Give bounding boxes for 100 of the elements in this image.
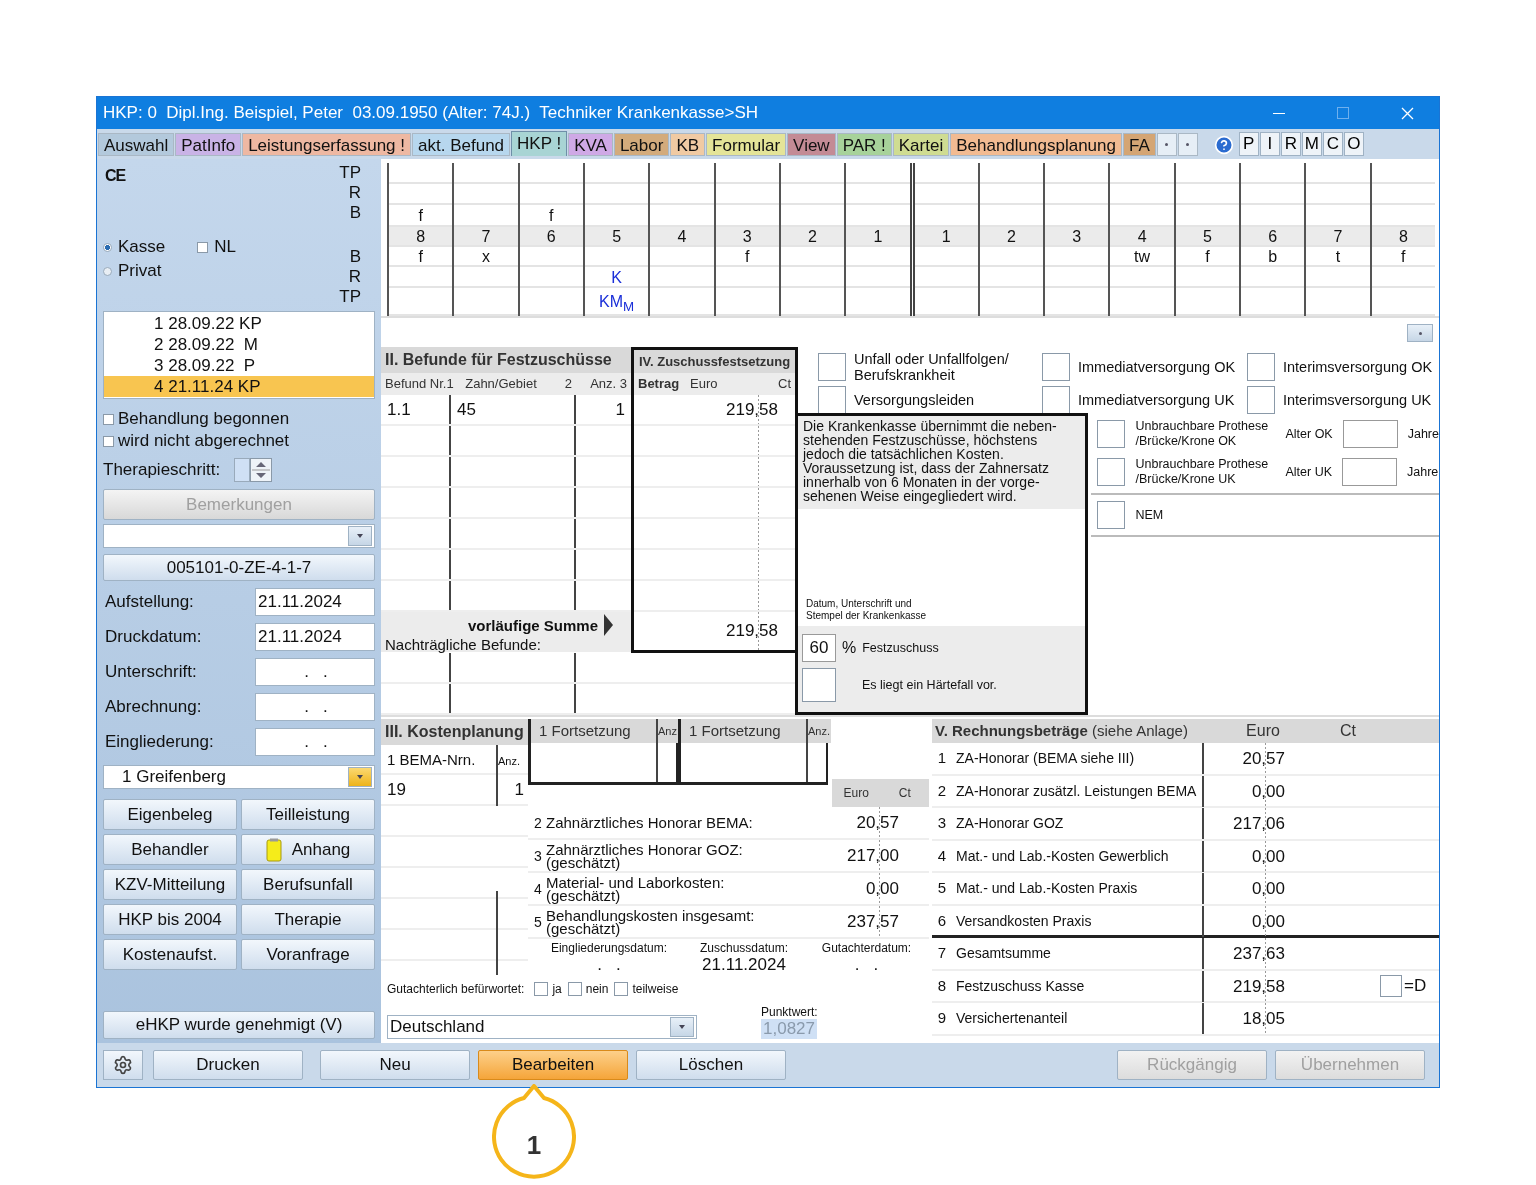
checkbox[interactable]: [103, 413, 114, 425]
dot-icon: [1418, 331, 1422, 335]
spin-buttons[interactable]: [250, 458, 273, 482]
plan-item[interactable]: 1 28.09.22 KP: [104, 313, 374, 334]
checkbox[interactable]: [818, 353, 846, 381]
action-button[interactable]: Eigenbeleg: [103, 799, 237, 830]
code-button[interactable]: 005101-0-ZE-4-1-7: [103, 554, 375, 581]
checkbox[interactable]: [802, 668, 836, 702]
tooth-number: 4: [1137, 228, 1147, 245]
tab[interactable]: Labor: [613, 133, 670, 156]
help-icon[interactable]: [1213, 135, 1234, 155]
tab[interactable]: View: [787, 133, 836, 156]
tab[interactable]: PAR !: [836, 133, 892, 156]
toolbar-button[interactable]: Drucken: [153, 1050, 303, 1080]
prosthesis-label: Unbrauchbare Prothese /Brücke/Krone OK: [1135, 419, 1270, 449]
date-field[interactable]: . .: [255, 692, 375, 721]
action-button[interactable]: Voranfrage: [241, 939, 375, 970]
tab[interactable]: Kartei: [892, 133, 950, 156]
scroll-button[interactable]: [1407, 324, 1433, 342]
plan-item[interactable]: 3 28.09.22 P: [104, 355, 374, 376]
tooth-finding: tw: [1134, 248, 1151, 265]
tab[interactable]: HKP !: [511, 131, 568, 156]
date-field[interactable]: 21.11.2024: [255, 622, 375, 651]
tab[interactable]: Formular: [706, 133, 787, 156]
arrow-icon: [604, 614, 613, 636]
action-button[interactable]: KZV-Mitteilung: [103, 869, 237, 900]
action-button[interactable]: Kostenaufst.: [103, 939, 237, 970]
nem-label: NEM: [1135, 507, 1164, 523]
age-field[interactable]: [1342, 420, 1398, 448]
action-button[interactable]: Therapie: [241, 904, 375, 935]
checkbox[interactable]: [103, 435, 114, 447]
toolbar-button[interactable]: Bearbeiten: [478, 1050, 628, 1080]
country-dropdown[interactable]: Deutschland: [387, 1015, 697, 1039]
date-label: Gutachterdatum:: [821, 941, 912, 955]
tab[interactable]: Behandlungsplanung: [950, 133, 1122, 156]
checkbox[interactable]: [567, 982, 582, 996]
radio-label: Privat: [118, 261, 162, 281]
therapy-step-field[interactable]: [234, 458, 251, 482]
quick-button[interactable]: C: [1322, 132, 1343, 156]
date-label: Zuschussdatum:: [699, 941, 788, 955]
ehkp-button[interactable]: eHKP wurde genehmigt (V): [103, 1011, 375, 1039]
date-field[interactable]: . .: [255, 657, 375, 686]
radio-button[interactable]: [103, 266, 112, 276]
scroll-left-button[interactable]: [1156, 133, 1177, 156]
tab[interactable]: KB: [670, 133, 706, 156]
section-title: III. Kostenplanung: [381, 719, 528, 745]
checkbox[interactable]: [818, 386, 846, 414]
checkbox[interactable]: [1247, 353, 1275, 381]
action-button[interactable]: Berufsunfall: [241, 869, 375, 900]
tab[interactable]: FA: [1122, 133, 1156, 156]
line-number: 7: [936, 943, 948, 963]
toolbar-button[interactable]: Neu: [320, 1050, 470, 1080]
scroll-right-button[interactable]: [1177, 133, 1198, 156]
date-value: . .: [597, 955, 621, 975]
age-field[interactable]: [1342, 458, 1397, 486]
checkbox[interactable]: [1097, 458, 1126, 486]
tab[interactable]: KVA: [568, 133, 613, 156]
action-button[interactable]: Behandler: [103, 834, 237, 865]
tooth-finding: x: [481, 248, 490, 265]
invoice-label: Festzuschuss Kasse: [952, 970, 1204, 1002]
settings-button[interactable]: [103, 1050, 143, 1080]
action-button[interactable]: Anhang: [241, 834, 375, 865]
tab[interactable]: Leistungserfassung !: [242, 133, 412, 156]
column-header: Befund Nr.1: [384, 375, 451, 393]
tab[interactable]: Auswahl: [98, 133, 175, 156]
option-label: Interimsversorgung UK: [1283, 392, 1432, 408]
percent-field[interactable]: 60: [802, 634, 836, 662]
table-cell: 1.1: [387, 400, 411, 419]
action-button[interactable]: HKP bis 2004: [103, 904, 237, 935]
action-button[interactable]: Teilleistung: [241, 799, 375, 830]
date-field[interactable]: 21.11.2024: [255, 587, 375, 616]
amount-cell: 217,00: [847, 846, 899, 865]
checkbox[interactable]: [1042, 386, 1070, 414]
checkbox[interactable]: [1097, 501, 1126, 529]
plan-item[interactable]: 4 21.11.24 KP: [104, 376, 374, 397]
checkbox[interactable]: [197, 241, 209, 253]
tab[interactable]: PatInfo: [175, 133, 242, 156]
date-field[interactable]: . .: [255, 727, 375, 756]
column-header: Euro: [1245, 721, 1281, 741]
checkbox[interactable]: [614, 982, 629, 996]
quick-button[interactable]: I: [1259, 132, 1280, 156]
checkbox[interactable]: [534, 982, 549, 996]
tab[interactable]: akt. Befund: [412, 133, 511, 156]
dropdown[interactable]: [103, 524, 375, 548]
amount-cell: 217,06: [1233, 814, 1285, 833]
quick-button[interactable]: M: [1301, 132, 1322, 156]
checkbox-label: Behandlung begonnen: [118, 409, 290, 429]
plan-item[interactable]: 2 28.09.22 M: [104, 334, 374, 355]
checkbox[interactable]: [1042, 353, 1070, 381]
checkbox[interactable]: [1097, 420, 1126, 448]
radio-button[interactable]: [103, 242, 112, 252]
quick-button[interactable]: O: [1343, 132, 1364, 156]
quick-button[interactable]: P: [1238, 132, 1259, 156]
signature-label: Datum, Unterschrift und Stempel der Krankenkasse: [805, 598, 928, 623]
quick-button[interactable]: R: [1280, 132, 1301, 156]
checkbox[interactable]: [1380, 975, 1402, 997]
practice-dropdown[interactable]: 1 Greifenberg: [103, 765, 375, 789]
tooth-number: 7: [481, 228, 491, 245]
toolbar-button[interactable]: Löschen: [636, 1050, 786, 1080]
checkbox[interactable]: [1247, 386, 1275, 414]
